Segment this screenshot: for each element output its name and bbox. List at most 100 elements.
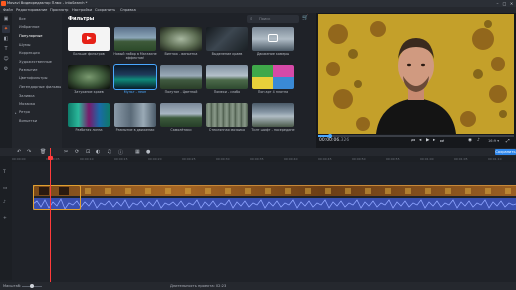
maximize-icon[interactable]: □ [501, 1, 508, 6]
filter-label-selected: Мульт - неон [123, 90, 147, 94]
filter-thumb-broken-lens[interactable] [68, 103, 110, 127]
export-button[interactable]: Сохранить [495, 149, 516, 155]
camera-icon [268, 34, 278, 42]
audio-clip[interactable] [32, 198, 516, 210]
import-icon[interactable]: ▣ [2, 15, 10, 23]
category-color-filters[interactable]: Цветофильтры [19, 76, 47, 80]
search-placeholder: Поиск [259, 17, 271, 21]
filter-thumb-more[interactable] [68, 27, 110, 51]
split-icon[interactable]: ✂ [64, 149, 68, 155]
stabilize-icon[interactable]: ▦ [135, 149, 140, 155]
step-back-icon[interactable]: ◂ [419, 138, 421, 143]
filter-thumb-vintage-vignette[interactable] [160, 27, 202, 51]
menu-settings[interactable]: Настройки [72, 8, 92, 12]
category-popular[interactable]: Популярные [19, 34, 43, 38]
store-cart-icon[interactable]: 🛒 [302, 15, 308, 21]
minimize-icon[interactable]: – [494, 1, 501, 6]
ruler-tick: 00:00:45 [318, 157, 332, 161]
category-vignettes[interactable]: Виньетки [19, 119, 37, 123]
filter-thumb-camera-motion[interactable] [252, 27, 294, 51]
transitions-icon[interactable]: ◧ [2, 35, 10, 43]
menu-view[interactable]: Просмотр [50, 8, 68, 12]
rotate-icon[interactable]: ⟳ [75, 149, 79, 155]
category-all[interactable]: Все [19, 17, 26, 21]
zoom-label: Масштаб: [3, 284, 22, 288]
video-clip[interactable] [33, 185, 516, 196]
playhead[interactable] [50, 148, 51, 282]
filter-label: Тилт шифт - посередине [251, 128, 295, 132]
close-icon[interactable]: ✕ [508, 1, 515, 6]
category-fill[interactable]: Заливка [19, 94, 35, 98]
timecode: 00:00:06.326 [319, 138, 349, 143]
titles-icon[interactable]: T [2, 45, 10, 53]
timecode-ms: 326 [340, 138, 350, 143]
youtube-play-icon [82, 33, 96, 44]
aspect-ratio-select[interactable]: 16:9 ▾ [488, 139, 499, 143]
search-input[interactable]: ⌕ Поиск [247, 15, 299, 23]
filter-thumb-noise-weak[interactable] [206, 65, 248, 89]
timeline-toolbar: ↶ ↷ 🗑 ✂ ⟳ ⊡ ◐ ♫ ⓘ ▦ ● [0, 148, 516, 156]
category-correction[interactable]: Коррекция [19, 51, 40, 55]
menu-help[interactable]: Справка [120, 8, 136, 12]
category-blur[interactable]: Размытие [19, 68, 37, 72]
category-retro[interactable]: Ретро [19, 110, 30, 114]
category-artistic[interactable]: Художественные [19, 60, 52, 64]
filter-thumb-paper-planes[interactable] [160, 103, 202, 127]
panel-title: Фильтры [68, 16, 95, 22]
clip-info-icon[interactable]: ⓘ [118, 149, 123, 156]
menu-save[interactable]: Сохранить [95, 8, 115, 12]
search-icon: ⌕ [250, 17, 253, 22]
filter-label: Размытие в движении [115, 128, 155, 132]
menu-edit[interactable]: Редактирование [16, 8, 47, 12]
fullscreen-icon[interactable]: ⤢ [506, 138, 510, 144]
audio-props-icon[interactable]: ♫ [107, 149, 111, 155]
filter-label: Новый набор в Магазине эффектов! [113, 52, 157, 60]
ruler-tick: 00:01:00 [420, 157, 434, 161]
snapshot-icon[interactable]: ◉ [468, 138, 472, 143]
color-adjust-icon[interactable]: ◐ [96, 149, 100, 155]
filters-icon[interactable]: ✦ [2, 25, 10, 33]
filter-thumb-glass-mosaic[interactable] [206, 103, 248, 127]
filter-thumb-edge-fade[interactable] [68, 65, 110, 89]
play-icon[interactable]: ▶ [426, 138, 429, 143]
category-mosaic[interactable]: Мозаика [19, 102, 35, 106]
add-track-icon[interactable]: + [3, 216, 7, 221]
expand-arrow-icon[interactable]: ▸ [15, 111, 17, 115]
filter-thumb-edge-detect[interactable] [206, 27, 248, 51]
delete-icon[interactable]: 🗑 [40, 149, 46, 155]
title-bar: Movavi Видеоредактор Плюс - intoSearch *… [0, 0, 516, 7]
filter-thumb-cartoon-neon[interactable] [113, 64, 157, 90]
filter-thumb-pop-art[interactable] [252, 65, 294, 89]
audio-track-icon[interactable]: ♪ [3, 200, 6, 205]
video-clip-frames [39, 187, 511, 195]
volume-icon[interactable]: ♪ [477, 138, 480, 143]
filter-thumb-store-new[interactable] [114, 27, 156, 51]
zoom-slider-knob[interactable] [30, 284, 34, 288]
project-duration: Длительность проекта: 02:23 [170, 284, 227, 288]
filter-thumb-tilt-shift[interactable] [252, 103, 294, 127]
more-tools-icon[interactable]: ⚙ [2, 65, 10, 73]
ruler-tick: 00:01:10 [488, 157, 502, 161]
video-track-icon[interactable]: ▭ [3, 186, 7, 191]
crop-icon[interactable]: ⊡ [86, 149, 90, 155]
selected-clip-outline[interactable] [33, 185, 81, 210]
step-forward-icon[interactable]: ▸ [433, 138, 435, 143]
filter-thumb-motion-blur[interactable] [114, 103, 156, 127]
preview-video-frame[interactable] [318, 14, 514, 134]
text-track-icon[interactable]: T [3, 170, 6, 175]
undo-icon[interactable]: ↶ [17, 149, 21, 155]
record-icon[interactable]: ● [146, 149, 150, 155]
filter-categories: Все Избранное Популярные Шумы Коррекция … [12, 13, 62, 148]
filter-thumb-halftone-color[interactable] [160, 65, 202, 89]
menu-file[interactable]: Файл [3, 8, 13, 12]
ruler-tick: 00:00:10 [80, 157, 94, 161]
next-frame-icon[interactable]: ⏭ [440, 138, 444, 144]
redo-icon[interactable]: ↷ [27, 149, 31, 155]
ruler-tick: 00:00:20 [148, 157, 162, 161]
playback-progress[interactable] [318, 135, 514, 137]
category-noise[interactable]: Шумы [19, 43, 31, 47]
category-legendary-films[interactable]: Легендарные фильмы [19, 85, 61, 89]
stickers-icon[interactable]: ☺ [2, 55, 10, 63]
category-favorites[interactable]: Избранное [19, 25, 39, 29]
prev-frame-icon[interactable]: ⏮ [411, 138, 415, 144]
